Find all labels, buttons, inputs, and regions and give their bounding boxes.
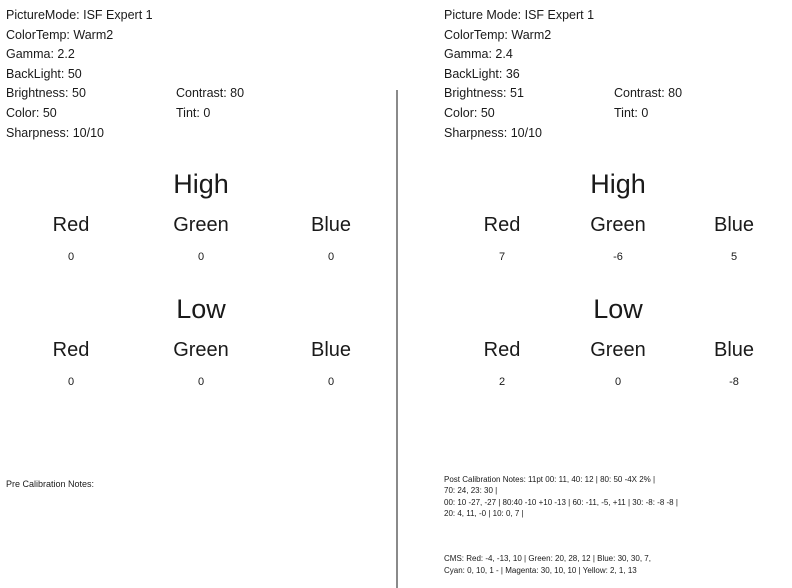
post-low-red-value: 2 — [498, 376, 506, 389]
color-temp-value: ColorTemp: Warm2 — [444, 27, 552, 42]
post-low-green-label: Green — [590, 339, 646, 362]
pre-high-blue: Blue 0 — [266, 213, 396, 264]
post-high-red: Red 7 — [444, 213, 560, 264]
pre-high-red: Red 0 — [6, 213, 136, 264]
contrast-value: Contrast: 80 — [176, 86, 245, 101]
pre-high-title: High — [173, 169, 229, 200]
color-temp-value: ColorTemp: Warm2 — [6, 27, 114, 42]
post-low-title: Low — [593, 294, 643, 325]
gamma-value: Gamma: 2.4 — [444, 47, 513, 62]
cms-notes: CMS: Red: -4, -13, 10 | Green: 20, 28, 1… — [444, 553, 788, 577]
picture-mode-value: PictureMode: ISF Expert 1 — [6, 8, 153, 22]
pre-low-green-value: 0 — [197, 376, 205, 389]
pre-settings-block: PictureMode: ISF Expert 1 ColorTemp: War… — [6, 6, 396, 143]
setting-sharpness: Sharpness: 10/10 — [6, 124, 396, 144]
pre-high-blue-value: 0 — [327, 251, 335, 264]
color-value: Color: 50 — [444, 105, 495, 120]
pre-high-green-label: Green — [173, 214, 229, 237]
pre-low-green-label: Green — [173, 339, 229, 362]
backlight-value: BackLight: 50 — [6, 66, 82, 81]
notes-line: Post Calibration Notes: 11pt 00: 11, 40:… — [444, 475, 656, 484]
pre-low-title: Low — [176, 294, 226, 325]
post-high-grid: Red 7 Green -6 Blue 5 — [444, 213, 792, 264]
cms-line: Cyan: 0, 10, 1 - | Magenta: 30, 10, 10 |… — [444, 566, 637, 575]
setting-brightness-contrast: Brightness: 50 Contrast: 80 — [6, 84, 396, 104]
notes-line: 00: 10 -27, -27 | 80:40 -10 +10 -13 | 60… — [444, 497, 678, 507]
setting-picture-mode: Picture Mode: ISF Expert 1 — [444, 6, 792, 26]
post-high-title: High — [590, 169, 646, 200]
pre-high-section: High Red 0 Green 0 Blue 0 — [6, 169, 396, 264]
setting-brightness-contrast: Brightness: 51 Contrast: 80 — [444, 84, 792, 104]
picture-mode-value: Picture Mode: ISF Expert 1 — [444, 8, 595, 22]
post-high-red-value: 7 — [498, 251, 506, 264]
brightness-value: Brightness: 51 — [444, 86, 524, 101]
pre-low-red-value: 0 — [67, 376, 75, 389]
post-high-red-label: Red — [483, 214, 521, 237]
brightness-value: Brightness: 50 — [6, 86, 86, 101]
cms-line: CMS: Red: -4, -13, 10 | Green: 20, 28, 1… — [444, 554, 651, 563]
backlight-value: BackLight: 36 — [444, 66, 520, 81]
post-low-grid: Red 2 Green 0 Blue -8 — [444, 338, 792, 389]
post-low-red: Red 2 — [444, 338, 560, 389]
post-high-section: High Red 7 Green -6 Blue 5 — [444, 169, 792, 264]
post-calibration-panel: Picture Mode: ISF Expert 1 ColorTemp: Wa… — [396, 0, 792, 588]
pre-low-blue-value: 0 — [327, 376, 335, 389]
panel-divider — [396, 90, 398, 588]
pre-high-red-value: 0 — [67, 251, 75, 264]
post-low-blue-value: -8 — [729, 376, 739, 389]
tint-value: Tint: 0 — [176, 105, 211, 120]
gamma-value: Gamma: 2.2 — [6, 47, 75, 62]
pre-calibration-panel: PictureMode: ISF Expert 1 ColorTemp: War… — [0, 0, 396, 588]
pre-high-green: Green 0 — [136, 213, 266, 264]
post-high-green: Green -6 — [560, 213, 676, 264]
pre-high-blue-label: Blue — [310, 214, 352, 237]
setting-color-temp: ColorTemp: Warm2 — [6, 26, 396, 46]
setting-backlight: BackLight: 50 — [6, 65, 396, 85]
setting-backlight: BackLight: 36 — [444, 65, 792, 85]
post-calibration-notes: Post Calibration Notes: 11pt 00: 11, 40:… — [444, 474, 788, 520]
setting-picture-mode: PictureMode: ISF Expert 1 — [6, 6, 396, 26]
pre-low-red-label: Red — [52, 339, 90, 362]
pre-low-grid: Red 0 Green 0 Blue 0 — [6, 338, 406, 389]
pre-calibration-notes-label: Pre Calibration Notes: — [6, 479, 95, 489]
calibration-report: PictureMode: ISF Expert 1 ColorTemp: War… — [0, 0, 792, 588]
post-low-red-label: Red — [483, 339, 521, 362]
setting-color-tint: Color: 50 Tint: 0 — [444, 104, 792, 124]
post-low-section: Low Red 2 Green 0 Blue -8 — [444, 294, 792, 389]
color-value: Color: 50 — [6, 105, 57, 120]
sharpness-value: Sharpness: 10/10 — [6, 125, 104, 140]
post-settings-block: Picture Mode: ISF Expert 1 ColorTemp: Wa… — [444, 6, 792, 143]
post-low-green: Green 0 — [560, 338, 676, 389]
setting-sharpness: Sharpness: 10/10 — [444, 124, 792, 144]
post-high-blue: Blue 5 — [676, 213, 792, 264]
pre-high-grid: Red 0 Green 0 Blue 0 — [6, 213, 406, 264]
pre-low-green: Green 0 — [136, 338, 266, 389]
pre-high-green-value: 0 — [197, 251, 205, 264]
setting-color-tint: Color: 50 Tint: 0 — [6, 104, 396, 124]
pre-low-blue-label: Blue — [310, 339, 352, 362]
post-low-blue: Blue -8 — [676, 338, 792, 389]
pre-low-section: Low Red 0 Green 0 Blue 0 — [6, 294, 396, 389]
post-low-green-value: 0 — [614, 376, 622, 389]
setting-color-temp: ColorTemp: Warm2 — [444, 26, 792, 46]
post-high-blue-value: 5 — [730, 251, 738, 264]
post-high-green-value: -6 — [613, 251, 623, 264]
setting-gamma: Gamma: 2.4 — [444, 45, 792, 65]
contrast-value: Contrast: 80 — [614, 86, 683, 101]
pre-high-red-label: Red — [52, 214, 90, 237]
sharpness-value: Sharpness: 10/10 — [444, 125, 542, 140]
post-low-blue-label: Blue — [713, 339, 755, 362]
notes-line: 70: 24, 23: 30 | — [444, 486, 498, 496]
post-high-green-label: Green — [590, 214, 646, 237]
post-high-blue-label: Blue — [713, 214, 755, 237]
tint-value: Tint: 0 — [614, 105, 649, 120]
pre-low-red: Red 0 — [6, 338, 136, 389]
setting-gamma: Gamma: 2.2 — [6, 45, 396, 65]
pre-low-blue: Blue 0 — [266, 338, 396, 389]
notes-line: 20: 4, 11, -0 | 10: 0, 7 | — [444, 509, 524, 519]
